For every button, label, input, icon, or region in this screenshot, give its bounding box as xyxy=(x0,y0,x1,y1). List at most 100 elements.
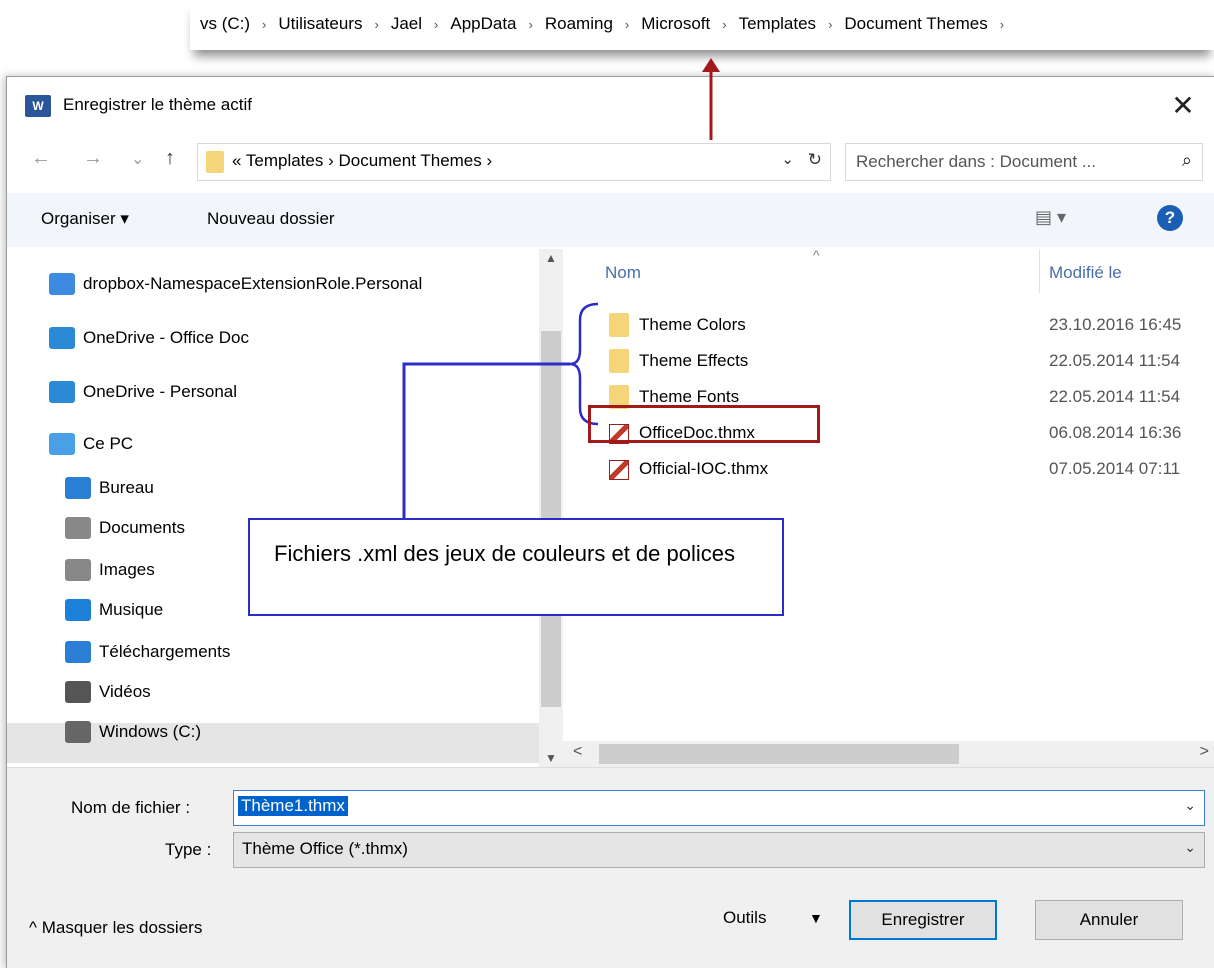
highlight-rectangle xyxy=(588,405,820,443)
help-icon[interactable]: ? xyxy=(1157,205,1183,231)
view-options-icon[interactable]: ▤ ▾ xyxy=(1035,207,1066,228)
chevron-right-icon[interactable]: › xyxy=(262,17,266,32)
command-toolbar: Organiser ▾ Nouveau dossier ▤ ▾ ? xyxy=(7,193,1214,247)
sidebar-item[interactable]: Documents xyxy=(65,517,185,549)
scroll-thumb[interactable] xyxy=(599,744,959,764)
sidebar-item[interactable]: Windows (C:) xyxy=(65,721,201,753)
onedrive-icon xyxy=(49,327,75,349)
sidebar-item[interactable]: Images xyxy=(65,559,155,591)
folder-icon xyxy=(206,151,224,173)
chevron-down-icon[interactable]: ⌄ xyxy=(1184,839,1196,856)
refresh-icon[interactable]: ↻ xyxy=(808,150,822,170)
sidebar-item-label: dropbox-NamespaceExtensionRole.Personal xyxy=(83,274,423,293)
annotation-text: Fichiers .xml des jeux de couleurs et de… xyxy=(274,541,735,566)
back-arrow-icon[interactable]: ← xyxy=(31,147,51,170)
video-icon xyxy=(65,681,91,703)
sidebar-item-label: Téléchargements xyxy=(99,642,231,661)
search-input[interactable]: Rechercher dans : Document ... ⌕ xyxy=(845,143,1203,181)
file-type-value: Thème Office (*.thmx) xyxy=(242,839,408,858)
sidebar-item[interactable]: OneDrive - Personal xyxy=(49,381,237,413)
file-name: Theme Fonts xyxy=(639,387,740,406)
chevron-right-icon[interactable]: › xyxy=(434,17,438,32)
column-header-name[interactable]: Nom xyxy=(605,263,641,283)
save-button[interactable]: Enregistrer xyxy=(849,900,997,940)
sidebar-item[interactable]: OneDrive - Office Doc xyxy=(49,327,249,359)
scroll-left-icon[interactable]: < xyxy=(573,743,582,761)
new-folder-button[interactable]: Nouveau dossier xyxy=(207,209,335,229)
sidebar-item-label: Ce PC xyxy=(83,434,134,453)
file-list-pane: ^ Nom Modifié le Theme Colors 23.10.2016 … xyxy=(563,247,1214,767)
file-modified-date: 07.05.2014 07:11 xyxy=(1049,459,1181,478)
breadcrumb-segment[interactable]: AppData xyxy=(450,14,516,33)
chevron-right-icon[interactable]: › xyxy=(722,17,726,32)
sidebar-item-label: OneDrive - Office Doc xyxy=(83,328,249,347)
sidebar-item[interactable]: Ce PC xyxy=(49,433,133,465)
drive-icon xyxy=(65,721,91,743)
sidebar-item-label: Musique xyxy=(99,600,164,619)
chevron-right-icon[interactable]: › xyxy=(529,17,533,32)
sidebar-item-label: Images xyxy=(99,560,155,579)
filename-value[interactable]: Thème1.thmx xyxy=(238,796,348,816)
red-arrow-annotation xyxy=(702,58,720,140)
tools-button[interactable]: Outils xyxy=(723,908,766,928)
file-modified-date: 22.05.2014 11:54 xyxy=(1049,351,1181,370)
chevron-right-icon[interactable]: › xyxy=(828,17,832,32)
breadcrumb-segment[interactable]: Jael xyxy=(391,14,422,33)
word-app-icon: W xyxy=(25,95,51,117)
search-icon[interactable]: ⌕ xyxy=(1182,150,1192,171)
hide-folders-button[interactable]: ^ Masquer les dossiers xyxy=(29,918,202,938)
file-row[interactable]: Theme Colors 23.10.2016 16:45 xyxy=(563,307,1214,343)
bracket-annotation xyxy=(402,302,599,518)
scroll-down-icon[interactable]: ▼ xyxy=(545,751,557,765)
chevron-right-icon[interactable]: › xyxy=(625,17,629,32)
folder-icon xyxy=(609,349,629,373)
file-list-scrollbar[interactable]: < > xyxy=(563,741,1214,767)
organise-button[interactable]: Organiser ▾ xyxy=(41,209,129,229)
up-arrow-icon[interactable]: ↑ xyxy=(165,147,175,170)
file-row[interactable]: Theme Effects 22.05.2014 11:54 xyxy=(563,343,1214,379)
address-bar[interactable]: « Templates › Document Themes › ⌄ ↻ xyxy=(197,143,831,181)
sidebar-item-label: Vidéos xyxy=(99,682,151,701)
caret-down-icon[interactable]: ▼ xyxy=(809,910,823,926)
sidebar-item-label: Bureau xyxy=(99,478,154,497)
file-row[interactable]: Official-IOC.thmx 07.05.2014 07:11 xyxy=(563,451,1214,487)
sidebar-item[interactable]: Bureau xyxy=(65,477,154,509)
chevron-right-icon[interactable]: › xyxy=(374,17,378,32)
download-icon xyxy=(65,641,91,663)
breadcrumb-segment[interactable]: Templates xyxy=(739,14,816,33)
file-name: Official-IOC.thmx xyxy=(639,459,769,478)
search-placeholder: Rechercher dans : Document ... xyxy=(856,152,1097,171)
column-divider[interactable] xyxy=(1039,249,1040,293)
filename-label: Nom de fichier : xyxy=(71,798,191,817)
breadcrumb-segment[interactable]: Utilisateurs xyxy=(278,14,362,33)
full-path-breadcrumb: vs (C:) › Utilisateurs › Jael › AppData › Roamin… xyxy=(190,0,1214,50)
sidebar-item[interactable]: Téléchargements xyxy=(65,641,230,673)
chevron-down-icon[interactable]: ⌄ xyxy=(1184,797,1196,814)
column-header-modified[interactable]: Modifié le xyxy=(1049,263,1122,283)
address-path[interactable]: « Templates › Document Themes › xyxy=(232,151,492,171)
type-label: Type : xyxy=(165,840,212,859)
scroll-up-icon[interactable]: ▲ xyxy=(545,251,557,265)
sidebar-item[interactable]: dropbox-NamespaceExtensionRole.Personal xyxy=(49,273,422,305)
breadcrumb-trail: vs (C:) › Utilisateurs › Jael › AppData › Roamin… xyxy=(200,14,1016,34)
forward-arrow-icon[interactable]: → xyxy=(83,147,103,170)
annotation-callout: Fichiers .xml des jeux de couleurs et de… xyxy=(248,518,784,616)
breadcrumb-segment[interactable]: vs (C:) xyxy=(200,14,250,33)
chevron-right-icon[interactable]: › xyxy=(1000,17,1004,32)
breadcrumb-segment[interactable]: Roaming xyxy=(545,14,613,33)
close-button[interactable]: ✕ xyxy=(1163,87,1203,125)
breadcrumb-segment[interactable]: Document Themes xyxy=(844,14,987,33)
theme-file-icon xyxy=(609,460,629,480)
file-type-select[interactable]: Thème Office (*.thmx) ⌄ xyxy=(233,832,1205,868)
scroll-right-icon[interactable]: > xyxy=(1200,743,1209,761)
cancel-button[interactable]: Annuler xyxy=(1035,900,1183,940)
chevron-down-icon[interactable]: ⌄ xyxy=(781,150,794,168)
file-modified-date: 23.10.2016 16:45 xyxy=(1049,315,1182,334)
sort-indicator-icon: ^ xyxy=(813,247,820,263)
filename-field[interactable]: Thème1.thmx ⌄ xyxy=(233,790,1205,826)
sidebar-item[interactable]: Vidéos xyxy=(65,681,151,713)
breadcrumb-segment[interactable]: Microsoft xyxy=(641,14,710,33)
recent-locations-icon[interactable]: ⌄ xyxy=(131,149,144,169)
sidebar-item[interactable]: Musique xyxy=(65,599,163,631)
music-icon xyxy=(65,599,91,621)
